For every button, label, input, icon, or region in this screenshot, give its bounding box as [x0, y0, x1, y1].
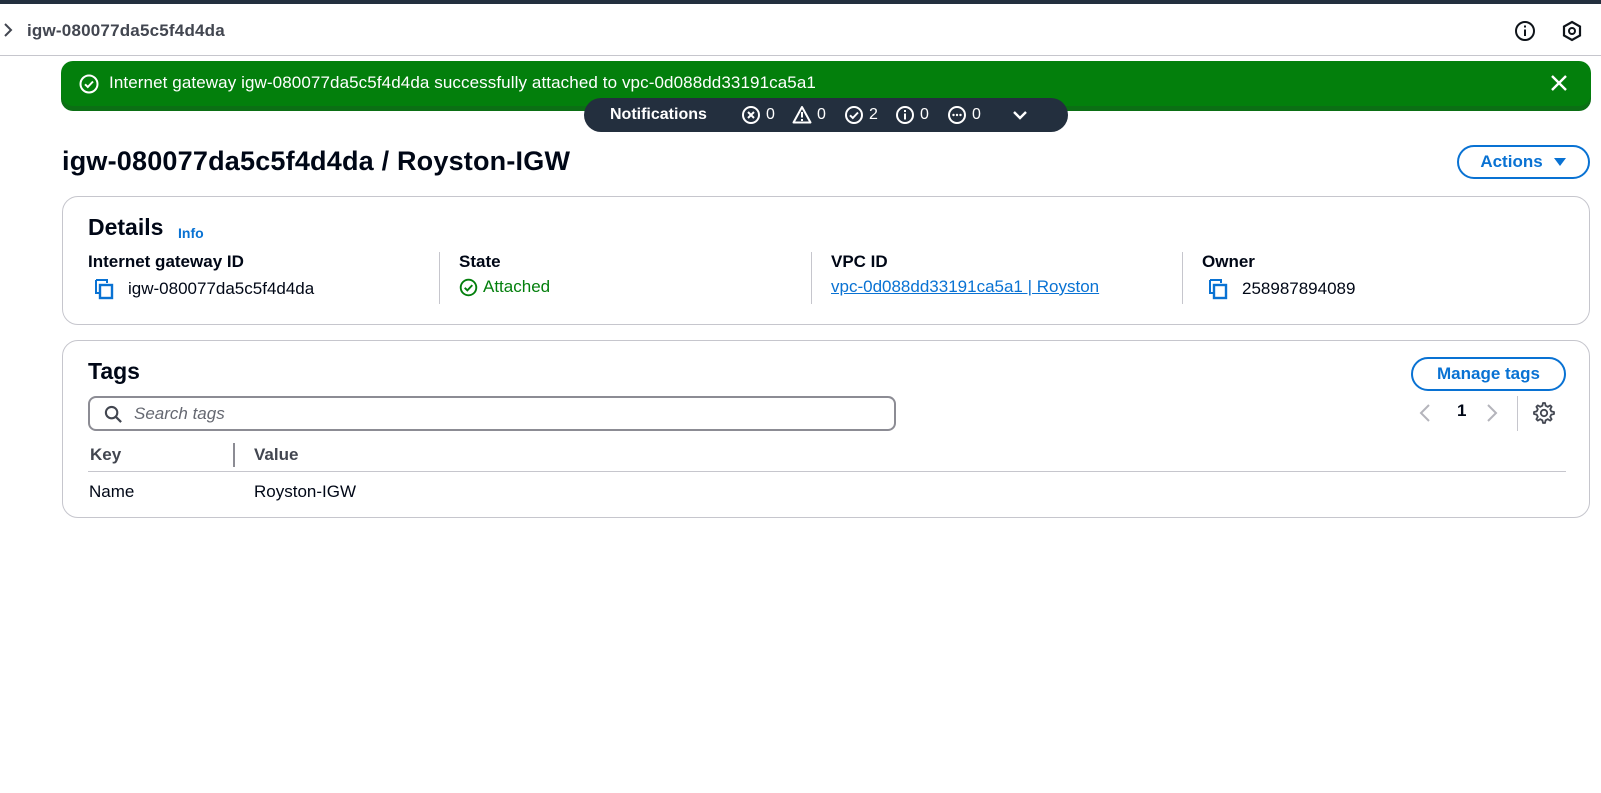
- chevron-down-icon[interactable]: [1011, 107, 1029, 123]
- gear-icon[interactable]: [1532, 401, 1556, 425]
- notif-success-count: 2: [869, 106, 878, 123]
- igw-id-value: igw-080077da5c5f4d4da: [128, 279, 315, 298]
- notif-warnings-count: 0: [817, 106, 826, 123]
- breadcrumb: igw-080077da5c5f4d4da: [0, 4, 1601, 56]
- details-title: Details: [88, 214, 164, 240]
- detail-vpc-id: VPC ID vpc-0d088dd33191ca5a1 | Royston: [831, 252, 1171, 304]
- column-divider: [439, 252, 440, 304]
- notif-warnings[interactable]: 0: [792, 105, 826, 125]
- search-tags-input[interactable]: [134, 402, 874, 425]
- copy-icon[interactable]: [1206, 277, 1230, 301]
- owner-value: 258987894089: [1242, 279, 1356, 298]
- detail-igw-id: Internet gateway ID igw-080077da5c5f4d4d…: [88, 252, 428, 304]
- success-check-icon: [79, 74, 99, 94]
- notif-errors-count: 0: [766, 106, 775, 123]
- info-icon: [896, 106, 914, 124]
- detail-value: vpc-0d088dd33191ca5a1 | Royston: [831, 277, 1099, 297]
- column-header-key[interactable]: Key: [90, 445, 121, 465]
- breadcrumb-current: igw-080077da5c5f4d4da: [27, 21, 225, 40]
- tag-key-cell: Name: [89, 482, 135, 501]
- detail-label: State: [459, 252, 501, 271]
- flash-message: Internet gateway igw-080077da5c5f4d4da s…: [109, 73, 816, 92]
- detail-owner: Owner 258987894089: [1202, 252, 1542, 304]
- actions-label: Actions: [1480, 152, 1543, 171]
- info-icon[interactable]: [1514, 20, 1536, 42]
- error-icon: [742, 106, 760, 124]
- actions-button[interactable]: Actions: [1457, 145, 1590, 179]
- column-divider: [811, 252, 812, 304]
- column-divider: [1182, 252, 1183, 304]
- notif-info[interactable]: 0: [895, 105, 929, 125]
- page-title: igw-080077da5c5f4d4da / Royston-IGW: [62, 146, 571, 176]
- detail-label: Owner: [1202, 252, 1255, 271]
- notif-in-progress[interactable]: 0: [947, 105, 981, 125]
- close-icon[interactable]: [1549, 73, 1569, 93]
- notif-errors[interactable]: 0: [741, 105, 775, 125]
- chevron-left-icon[interactable]: [1415, 398, 1435, 428]
- search-icon: [104, 405, 122, 423]
- detail-label: VPC ID: [831, 252, 888, 271]
- detail-state: State Attached: [459, 252, 799, 304]
- vpc-id-link[interactable]: vpc-0d088dd33191ca5a1 | Royston: [831, 277, 1099, 297]
- copy-icon[interactable]: [92, 277, 116, 301]
- notif-success[interactable]: 2: [844, 105, 878, 125]
- details-card: Details Info Internet gateway ID igw-080…: [62, 196, 1590, 325]
- notifications-bar[interactable]: Notifications 0 0 2 0 0: [584, 98, 1068, 132]
- notifications-label: Notifications: [610, 106, 707, 123]
- search-tags-box[interactable]: [88, 396, 896, 431]
- success-icon: [845, 106, 863, 124]
- chevron-right-icon[interactable]: [1482, 398, 1502, 428]
- feedback-icon[interactable]: [1561, 20, 1583, 42]
- detail-value: igw-080077da5c5f4d4da: [88, 277, 314, 301]
- detail-label: Internet gateway ID: [88, 252, 244, 271]
- detail-value: 258987894089: [1202, 277, 1355, 301]
- chevron-right-icon[interactable]: [2, 22, 14, 38]
- warning-icon: [792, 106, 812, 124]
- pager-divider: [1517, 396, 1518, 431]
- notif-in-progress-count: 0: [972, 106, 981, 123]
- info-link[interactable]: Info: [178, 225, 204, 241]
- manage-tags-button[interactable]: Manage tags: [1411, 357, 1566, 391]
- tag-value-cell: Royston-IGW: [254, 482, 357, 501]
- state-status: Attached: [459, 277, 550, 297]
- page-number[interactable]: 1: [1457, 401, 1466, 421]
- column-resizer[interactable]: [233, 443, 235, 467]
- caret-down-icon: [1553, 158, 1566, 166]
- tags-title: Tags: [88, 358, 140, 384]
- notif-info-count: 0: [920, 106, 929, 123]
- in-progress-icon: [948, 106, 966, 124]
- tags-card: Tags Manage tags 1 Key Value Name Roysto…: [62, 340, 1590, 518]
- state-value: Attached: [483, 277, 551, 296]
- success-status-icon: [459, 278, 478, 296]
- column-header-value[interactable]: Value: [254, 445, 298, 465]
- table-header-divider: [88, 471, 1566, 472]
